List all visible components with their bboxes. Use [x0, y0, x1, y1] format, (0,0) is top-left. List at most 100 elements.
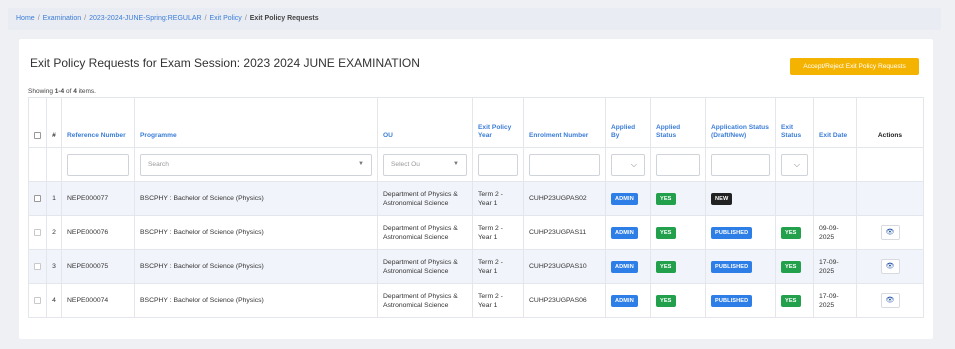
applied-by-badge: ADMIN: [611, 192, 638, 205]
actions-cell: 👁: [856, 249, 924, 284]
applied-status-cell: YES: [650, 215, 706, 250]
eye-icon: 👁: [885, 263, 895, 270]
applied-status-cell: YES: [650, 249, 706, 284]
enrolment-number: CUHP23UGPAS11: [523, 215, 606, 250]
applied-by-cell: ADMIN: [605, 249, 651, 284]
summary-suffix: items.: [76, 88, 96, 95]
exit-status-cell: YES: [775, 249, 814, 284]
exit-date: [813, 181, 857, 216]
col-exit-policy-year[interactable]: Exit Policy Year: [472, 97, 524, 148]
ou-filter-placeholder: Select Ou: [391, 161, 420, 168]
programme: BSCPHY : Bachelor of Science (Physics): [134, 249, 378, 284]
row-checkbox[interactable]: [34, 262, 41, 270]
chevron-down-icon: ⌵: [630, 160, 637, 169]
col-reference-number[interactable]: Reference Number: [61, 97, 135, 148]
col-ou[interactable]: OU: [377, 97, 473, 148]
filter-cell: [650, 147, 706, 182]
table-row[interactable]: 3 NEPE000075 BSCPHY : Bachelor of Scienc…: [28, 249, 924, 284]
select-all-checkbox[interactable]: [34, 131, 41, 139]
row-checkbox[interactable]: [34, 228, 41, 236]
table-row[interactable]: 4 NEPE000074 BSCPHY : Bachelor of Scienc…: [28, 283, 924, 318]
caret-down-icon: ▼: [358, 161, 364, 167]
ou-filter-select[interactable]: Select Ou ▼: [383, 153, 467, 176]
row-checkbox[interactable]: [34, 296, 41, 304]
application-status-cell: PUBLISHED: [705, 215, 776, 250]
requests-table: # Reference Number Programme OU Exit Pol…: [28, 97, 924, 318]
ou: Department of Physics & Astronomical Sci…: [377, 249, 473, 284]
filter-cell: Select Ou ▼: [377, 147, 473, 182]
row-number: 4: [46, 283, 62, 318]
breadcrumb-separator: /: [244, 15, 247, 22]
summary-prefix: Showing: [28, 88, 55, 95]
filter-cell: [523, 147, 606, 182]
exit-status-filter-select[interactable]: ⌵: [781, 153, 808, 176]
application-status-cell: NEW: [705, 181, 776, 216]
year-filter-input[interactable]: [478, 153, 518, 176]
table-row[interactable]: 2 NEPE000076 BSCPHY : Bachelor of Scienc…: [28, 215, 924, 250]
breadcrumb-examination-link[interactable]: Examination: [43, 15, 82, 22]
row-number: 1: [46, 181, 62, 216]
actions-cell: [856, 181, 924, 216]
programme: BSCPHY : Bachelor of Science (Physics): [134, 283, 378, 318]
col-actions: Actions: [856, 97, 924, 148]
applied-by-badge: ADMIN: [611, 260, 638, 273]
exit-status-cell: YES: [775, 215, 814, 250]
application-status-filter-input[interactable]: [711, 153, 770, 176]
exit-date: 17-09-2025: [813, 283, 857, 318]
breadcrumb-home-link[interactable]: Home: [16, 15, 35, 22]
exit-policy-year: Term 2 - Year 1: [472, 283, 524, 318]
row-select-cell: [28, 215, 47, 250]
application-status-badge: NEW: [711, 192, 733, 205]
row-number: 3: [46, 249, 62, 284]
application-status-badge: PUBLISHED: [711, 260, 753, 273]
application-status-cell: PUBLISHED: [705, 249, 776, 284]
breadcrumb-session-link[interactable]: 2023-2024-JUNE-Spring:REGULAR: [89, 15, 201, 22]
enrolment-filter-input[interactable]: [529, 153, 600, 176]
table-row[interactable]: 1 NEPE000077 BSCPHY : Bachelor of Scienc…: [28, 181, 924, 216]
breadcrumb-separator: /: [204, 15, 207, 22]
exit-status-cell: [775, 181, 814, 216]
reference-number: NEPE000077: [61, 181, 135, 216]
programme: BSCPHY : Bachelor of Science (Physics): [134, 181, 378, 216]
enrolment-number: CUHP23UGPAS10: [523, 249, 606, 284]
view-button[interactable]: 👁: [880, 293, 900, 308]
breadcrumb: Home / Examination/2023-2024-JUNE-Spring:R…: [8, 8, 941, 30]
applied-status-cell: YES: [650, 181, 706, 216]
row-number: 2: [46, 215, 62, 250]
applied-status-filter-input[interactable]: [656, 153, 700, 176]
eye-icon: 👁: [885, 297, 895, 304]
col-exit-status[interactable]: Exit Status: [775, 97, 814, 148]
page-title: Exit Policy Requests for Exam Session: 2…: [30, 56, 420, 70]
breadcrumb-separator: /: [84, 15, 87, 22]
col-applied-by[interactable]: Applied By: [605, 97, 651, 148]
col-application-status[interactable]: Application Status (Draft/New): [705, 97, 776, 148]
exit-policy-year: Term 2 - Year 1: [472, 249, 524, 284]
applied-by-filter-select[interactable]: ⌵: [611, 153, 645, 176]
accept-reject-button[interactable]: Accept/Reject Exit Policy Requests: [790, 58, 919, 75]
summary-range: 1-4: [54, 88, 65, 95]
row-select-cell: [28, 249, 47, 284]
select-all-header: [28, 97, 47, 148]
col-applied-status[interactable]: Applied Status: [650, 97, 706, 148]
programme-filter-placeholder: Search: [148, 161, 169, 168]
row-checkbox[interactable]: [34, 194, 41, 202]
filter-row: Search ▼ Select Ou ▼ ⌵ ⌵: [28, 147, 924, 182]
col-programme[interactable]: Programme: [134, 97, 378, 148]
chevron-down-icon: ⌵: [793, 160, 800, 169]
col-number: #: [46, 97, 62, 148]
breadcrumb-current: Exit Policy Requests: [249, 15, 319, 22]
col-exit-date[interactable]: Exit Date: [813, 97, 857, 148]
reference-filter-input[interactable]: [67, 153, 129, 176]
filter-cell-empty: [813, 147, 857, 182]
col-enrolment-number[interactable]: Enrolment Number: [523, 97, 606, 148]
view-button[interactable]: 👁: [880, 259, 900, 274]
programme-filter-select[interactable]: Search ▼: [140, 153, 372, 176]
applied-by-cell: ADMIN: [605, 215, 651, 250]
application-status-cell: PUBLISHED: [705, 283, 776, 318]
filter-cell: [705, 147, 776, 182]
view-button[interactable]: 👁: [880, 225, 900, 240]
breadcrumb-exit-policy-link[interactable]: Exit Policy: [210, 15, 242, 22]
application-status-badge: PUBLISHED: [711, 226, 753, 239]
reference-number: NEPE000076: [61, 215, 135, 250]
filter-cell: ⌵: [605, 147, 651, 182]
